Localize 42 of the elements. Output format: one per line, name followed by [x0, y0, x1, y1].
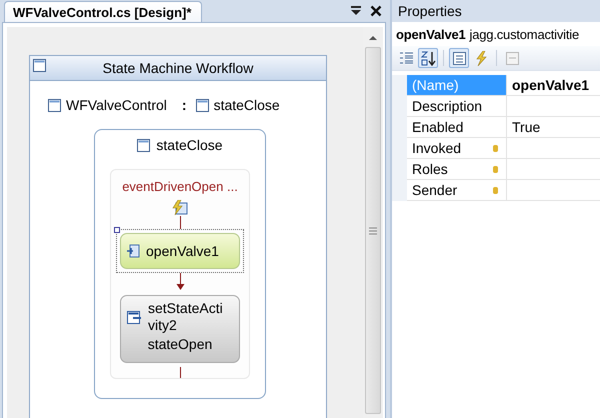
lightning-icon — [474, 50, 488, 66]
up-arrow-icon — [369, 34, 377, 40]
breadcrumb-link[interactable]: stateClose — [214, 97, 280, 113]
activity-box[interactable]: setStateActivity2 stateOpen — [120, 295, 240, 364]
property-value[interactable]: True — [507, 117, 600, 138]
property-name[interactable]: Sender — [407, 180, 507, 201]
arrow-connector — [176, 273, 184, 292]
close-icon[interactable] — [370, 5, 382, 17]
square-icon — [137, 138, 150, 152]
object-name: openValve1 — [396, 26, 466, 42]
target-state: stateOpen — [146, 336, 214, 352]
property-name[interactable]: Description — [407, 96, 507, 117]
state-box[interactable]: stateClose eventDrivenOpen ... openValve1 setStateActivity2 stateOpen — [94, 129, 266, 399]
document-tab[interactable]: WFValveControl.cs [Design]* — [4, 1, 202, 22]
square-icon — [48, 98, 61, 112]
toolbar-button[interactable] — [418, 48, 438, 68]
activity-box[interactable]: openValve1 — [120, 233, 240, 270]
breadcrumb-link[interactable]: WFValveControl — [66, 97, 167, 113]
event-driven-name: eventDrivenOpen ... — [122, 179, 238, 194]
workflow-title: State Machine Workflow — [102, 60, 254, 76]
event-driven-box[interactable]: eventDrivenOpen ... openValve1 setStateActivity2 stateOpen — [110, 169, 250, 379]
sort-icon — [420, 50, 436, 66]
state-name: stateClose — [156, 137, 223, 153]
object-type: jagg.customactivitie — [470, 26, 579, 42]
vertical-scrollbar[interactable] — [363, 27, 383, 418]
dropdown-icon[interactable] — [350, 5, 362, 17]
grip-icon — [369, 226, 377, 234]
activity-icon — [127, 310, 142, 324]
panel-title: Properties — [392, 0, 600, 22]
categorized-icon — [398, 50, 414, 66]
property-name[interactable]: Enabled — [407, 117, 507, 138]
list-icon — [452, 50, 466, 66]
activity-icon — [127, 244, 140, 258]
square-icon — [33, 58, 46, 72]
pages-icon — [504, 50, 520, 66]
breadcrumb-separator: : — [182, 97, 187, 113]
lightning-icon — [172, 200, 188, 216]
property-value[interactable]: openValve1 — [507, 75, 600, 96]
activity-name: openValve1 — [146, 243, 219, 260]
property-name[interactable]: Invoked — [407, 138, 507, 159]
property-name[interactable]: Roles — [407, 159, 507, 180]
square-icon — [196, 98, 209, 112]
